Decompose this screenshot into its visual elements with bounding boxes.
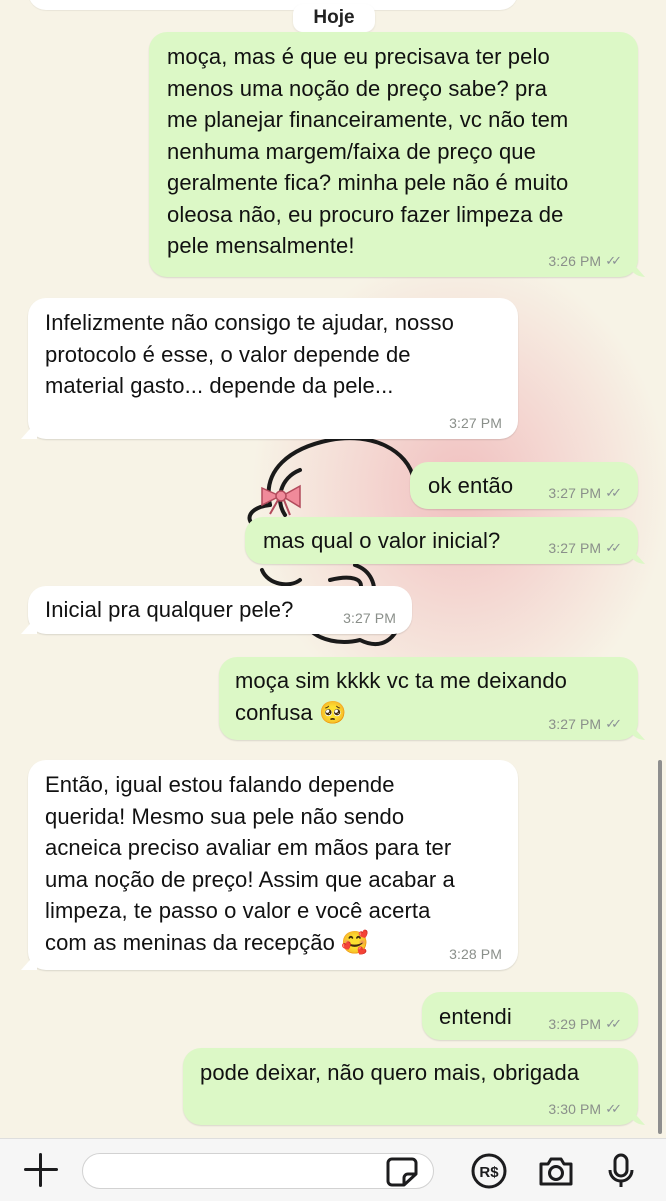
message-outgoing[interactable]: moça sim kkkk vc ta me deixando confusa … xyxy=(219,657,638,740)
message-text: moça, mas é que eu precisava ter pelo me… xyxy=(167,44,569,258)
chat-scrollbar[interactable] xyxy=(658,760,662,1134)
message-meta: 3:27 PM ✓✓ xyxy=(548,716,622,732)
message-text: ok então xyxy=(428,473,514,498)
message-incoming[interactable]: Infelizmente não consigo te ajudar, noss… xyxy=(28,298,518,439)
message-input[interactable] xyxy=(82,1153,434,1189)
message-time: 3:26 PM xyxy=(548,253,602,269)
message-meta: 3:29 PM ✓✓ xyxy=(548,1016,622,1032)
message-time: 3:27 PM xyxy=(548,716,602,732)
message-meta: 3:27 PM ✓✓ xyxy=(548,485,622,501)
message-time: 3:27 PM xyxy=(449,415,502,431)
message-text: Então, igual estou falando depende queri… xyxy=(45,772,455,955)
message-time: 3:30 PM xyxy=(548,1101,602,1117)
message-text: Infelizmente não consigo te ajudar, noss… xyxy=(45,310,454,398)
message-meta: 3:27 PM xyxy=(343,610,396,626)
message-meta: 3:27 PM xyxy=(449,415,502,431)
read-receipt-icon: ✓✓ xyxy=(605,1101,622,1116)
message-time: 3:27 PM xyxy=(343,610,396,626)
read-receipt-icon: ✓✓ xyxy=(605,253,622,268)
read-receipt-icon: ✓✓ xyxy=(605,1016,622,1031)
message-outgoing[interactable]: ok então 3:27 PM ✓✓ xyxy=(410,462,638,509)
camera-icon[interactable] xyxy=(537,1152,575,1190)
date-divider: Hoje xyxy=(293,4,375,32)
read-receipt-icon: ✓✓ xyxy=(605,716,622,731)
plus-icon[interactable] xyxy=(22,1151,60,1189)
message-meta: 3:30 PM ✓✓ xyxy=(548,1101,622,1117)
message-text: pode deixar, não quero mais, obrigada xyxy=(200,1060,580,1085)
message-input-bar: R$ xyxy=(0,1138,666,1201)
message-meta: 3:26 PM ✓✓ xyxy=(548,253,622,269)
message-meta: 3:28 PM xyxy=(449,946,502,962)
sticker-icon[interactable] xyxy=(383,1152,421,1190)
message-outgoing[interactable]: entendi 3:29 PM ✓✓ xyxy=(422,992,638,1040)
message-time: 3:28 PM xyxy=(449,946,502,962)
message-incoming[interactable]: Então, igual estou falando depende queri… xyxy=(28,760,518,970)
message-time: 3:27 PM xyxy=(548,485,602,501)
message-outgoing[interactable]: mas qual o valor inicial? 3:27 PM ✓✓ xyxy=(245,517,638,564)
previous-message-bubble-edge xyxy=(28,0,518,10)
message-time: 3:29 PM xyxy=(548,1016,602,1032)
microphone-icon[interactable] xyxy=(602,1152,640,1190)
message-incoming[interactable]: Inicial pra qualquer pele? 3:27 PM xyxy=(28,586,412,634)
message-text: Inicial pra qualquer pele? xyxy=(45,597,294,622)
read-receipt-icon: ✓✓ xyxy=(605,485,622,500)
message-meta: 3:27 PM ✓✓ xyxy=(548,540,622,556)
message-text: entendi xyxy=(439,1004,512,1029)
message-outgoing[interactable]: moça, mas é que eu precisava ter pelo me… xyxy=(149,32,638,277)
message-text: moça sim kkkk vc ta me deixando confusa … xyxy=(235,668,567,725)
message-time: 3:27 PM xyxy=(548,540,602,556)
message-outgoing[interactable]: pode deixar, não quero mais, obrigada 3:… xyxy=(183,1048,638,1125)
read-receipt-icon: ✓✓ xyxy=(605,540,622,555)
pix-payment-icon[interactable]: R$ xyxy=(470,1152,508,1190)
payment-icon-label: R$ xyxy=(479,1164,499,1181)
message-text: mas qual o valor inicial? xyxy=(263,528,501,553)
